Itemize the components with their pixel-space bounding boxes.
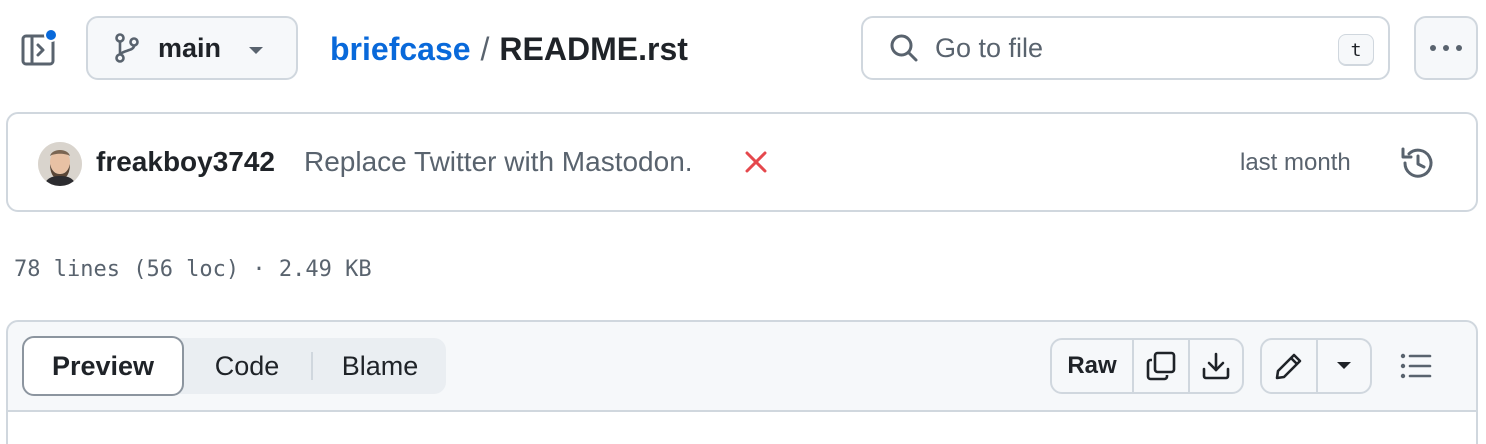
file-actions-group: Raw (1050, 338, 1244, 394)
avatar-image (38, 142, 82, 186)
tab-preview[interactable]: Preview (22, 336, 184, 396)
branch-selector-button[interactable]: main (86, 16, 298, 80)
segmented-divider (311, 352, 313, 380)
file-content-area (8, 412, 1476, 444)
tab-code[interactable]: Code (186, 338, 308, 394)
list-unordered-icon (1400, 353, 1432, 379)
breadcrumb-separator: / (480, 30, 490, 67)
breadcrumb: briefcase / README.rst (330, 26, 688, 72)
search-icon (890, 34, 918, 62)
keyboard-shortcut-badge: t (1338, 34, 1374, 66)
file-meta-info: 78 lines (56 loc) · 2.49 KB (14, 257, 372, 282)
notification-dot (44, 28, 58, 42)
edit-options-button[interactable] (1318, 340, 1370, 392)
commit-message[interactable]: Replace Twitter with Mastodon. (304, 146, 693, 178)
history-icon (1401, 147, 1433, 178)
edit-actions-group (1260, 338, 1372, 394)
commit-status-button[interactable] (742, 148, 770, 176)
sidebar-toggle-button[interactable] (20, 28, 60, 68)
breadcrumb-file-name: README.rst (499, 30, 688, 67)
download-icon (1202, 352, 1230, 380)
x-icon (745, 151, 767, 173)
chevron-down-icon (249, 47, 263, 54)
commit-timestamp[interactable]: last month (1240, 149, 1351, 177)
go-to-file-input[interactable]: Go to file t (861, 16, 1390, 80)
pencil-icon (1275, 353, 1302, 380)
outline-button[interactable] (1394, 344, 1438, 388)
chevron-down-icon (1337, 362, 1351, 369)
avatar[interactable] (38, 142, 82, 186)
copy-raw-button[interactable] (1134, 340, 1190, 392)
branch-label: main (158, 32, 222, 63)
commit-author[interactable]: freakboy3742 (96, 146, 275, 178)
download-raw-button[interactable] (1190, 340, 1242, 392)
copy-icon (1146, 351, 1176, 381)
go-to-file-placeholder: Go to file (935, 32, 1044, 63)
kebab-horizontal-icon (1430, 45, 1462, 51)
raw-button[interactable]: Raw (1052, 340, 1134, 392)
more-options-button[interactable] (1414, 16, 1478, 80)
history-button[interactable] (1398, 143, 1438, 183)
breadcrumb-repo-link[interactable]: briefcase (330, 31, 471, 68)
edit-file-button[interactable] (1262, 340, 1318, 392)
git-branch-icon (115, 33, 139, 63)
tab-blame[interactable]: Blame (316, 338, 444, 394)
